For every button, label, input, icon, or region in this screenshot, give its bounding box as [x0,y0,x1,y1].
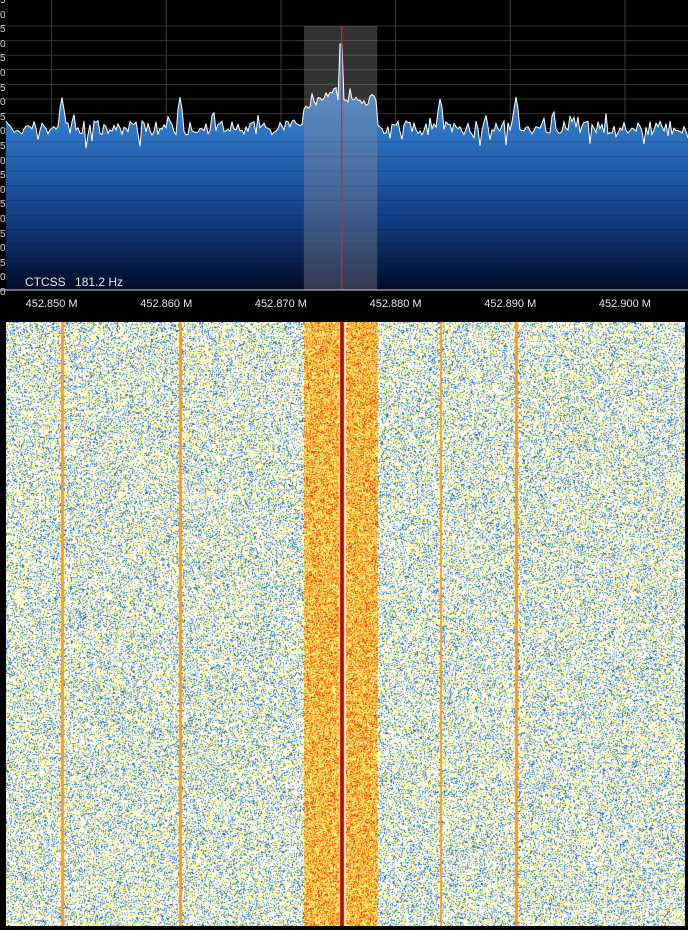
db-scale-tick: 5 [0,257,6,269]
ctcss-readout: CTCSS 181.2 Hz [25,275,129,289]
db-scale-tick: 5 [0,228,6,240]
frequency-tick-label: 452.890 M [484,298,537,310]
frequency-tick-label: 452.900 M [598,298,651,310]
filter-passband[interactable] [303,26,378,290]
db-scale-tick: 5 [0,82,6,94]
db-scale-tick: 0 [0,38,6,50]
db-scale-tick: 0 [0,68,6,79]
db-scale-tick: 0 [0,9,6,21]
db-scale-tick: 0 [0,184,6,196]
spectrum-panel[interactable]: 5 0 5 0 5 0 5 0 5 0 5 0 5 0 5 0 5 0 5 0 0 452.850 M 452.860 M… [0,0,688,318]
ctcss-value: 181.2 Hz [75,275,124,289]
waterfall-display[interactable] [6,322,685,926]
frequency-tick-label: 452.870 M [254,298,307,310]
db-scale-tick: 5 [0,141,6,152]
db-scale-tick: 5 [0,0,6,6]
frequency-tick-label: 452.850 M [25,298,78,310]
db-scale-tick: 5 [0,170,6,182]
db-scale-tick: 5 [0,53,6,65]
frequency-tick-label: 452.880 M [369,298,422,310]
db-scale-tick: 0 [0,214,6,225]
waterfall-panel[interactable] [0,322,688,930]
frequency-tick-label: 452.860 M [140,298,193,310]
db-scale-tick: 0 [0,126,6,138]
ctcss-label: CTCSS [25,275,66,289]
db-scale-tick: 0 [0,243,6,255]
db-scale-tick: 0 [0,155,6,167]
db-scale-tick: 5 [0,24,6,36]
spectrum-plot[interactable] [0,0,688,292]
db-scale-tick: 5 [0,199,6,211]
db-scale-tick: 0 [0,272,6,284]
db-scale-tick: 5 [0,111,6,123]
db-scale-tick: 0 [0,97,6,109]
db-scale-tick: 0 [0,287,6,298]
